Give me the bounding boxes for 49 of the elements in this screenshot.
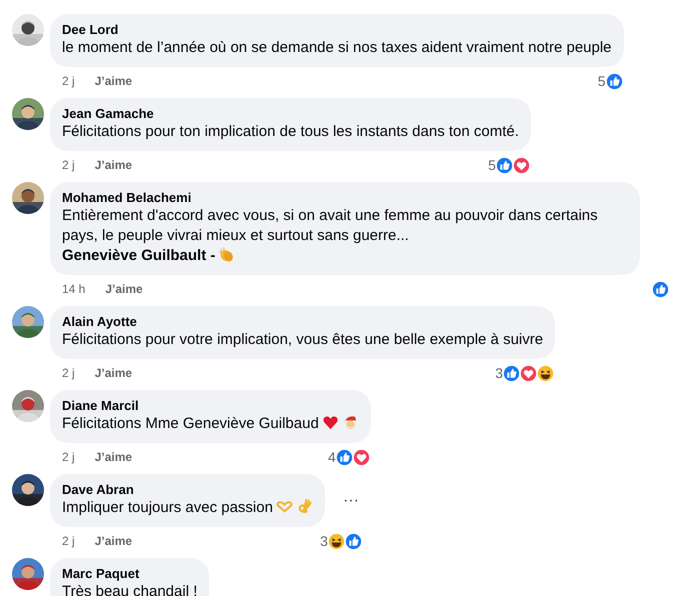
more-options-button[interactable]: ··· <box>338 492 363 510</box>
santa-face-icon <box>342 414 359 431</box>
author-name[interactable]: Dee Lord <box>62 22 612 38</box>
reaction-count: 3 <box>495 365 504 381</box>
like-reaction-icon <box>651 280 670 298</box>
laughing-face-icon <box>326 532 346 550</box>
like-reaction-icon <box>334 448 354 466</box>
clapping-hands-icon <box>218 246 236 263</box>
like-reaction-icon <box>344 532 363 550</box>
heart-reaction-icon <box>519 364 538 382</box>
comment-text: Félicitations pour ton implication de tous les instants dans ton comté. <box>62 122 519 142</box>
comment-time[interactable]: 14 h <box>62 282 86 296</box>
like-link[interactable]: J’aime <box>94 450 132 464</box>
like-reaction-icon <box>604 72 624 90</box>
ok-hand-icon <box>296 498 313 515</box>
author-name[interactable]: Alain Ayotte <box>62 314 544 330</box>
reaction-count: 5 <box>598 73 606 89</box>
heart-reaction-icon <box>352 448 371 466</box>
comment-time[interactable]: 2 j <box>62 450 75 464</box>
mention-text: Geneviève Guilbault - <box>62 247 236 264</box>
comment-text: Félicitations pour votre implication, vous êtes une belle exemple à suivre <box>62 330 544 350</box>
comment-text: Impliquer toujours avec passion <box>62 498 313 518</box>
heart-reaction-icon <box>512 156 531 174</box>
heart-hands-icon <box>276 498 293 515</box>
reaction-count: 5 <box>488 157 496 173</box>
author-name[interactable]: Dave Abran <box>62 482 313 498</box>
like-reaction-icon <box>494 156 514 174</box>
comment-time[interactable]: 2 j <box>62 158 75 172</box>
like-link[interactable]: J’aime <box>94 366 132 380</box>
laughing-face-icon <box>536 364 556 382</box>
author-name[interactable]: Mohamed Belachemi <box>62 190 628 206</box>
comment-time[interactable]: 2 j <box>62 366 75 380</box>
reaction-count: 3 <box>320 533 328 549</box>
comment-text: Entièrement d'accord avec vous, si on avait une femme au pouvoir dans certains pays, le peuple vivrai mieux et surtout sans guerre... <box>62 206 599 246</box>
reaction-count: 4 <box>328 449 336 465</box>
like-reaction-icon <box>502 364 522 382</box>
comment-time[interactable]: 2 j <box>62 74 75 88</box>
like-link[interactable]: J’aime <box>94 534 132 548</box>
author-name[interactable]: Marc Paquet <box>62 566 198 582</box>
heart-icon <box>322 414 339 431</box>
author-name[interactable]: Jean Gamache <box>62 106 519 122</box>
comment-text: Félicitations Mme Geneviève Guilbaud <box>62 414 359 434</box>
comment-text: le moment de l’année où on se demande si nos taxes aident vraiment notre peuple <box>62 38 612 58</box>
like-link[interactable]: J’aime <box>94 74 132 88</box>
like-link[interactable]: J’aime <box>105 282 143 296</box>
author-name[interactable]: Diane Marcil <box>62 398 359 414</box>
comment-time[interactable]: 2 j <box>62 534 75 548</box>
like-link[interactable]: J’aime <box>94 158 132 172</box>
comment-text: Très beau chandail ! <box>62 582 198 596</box>
